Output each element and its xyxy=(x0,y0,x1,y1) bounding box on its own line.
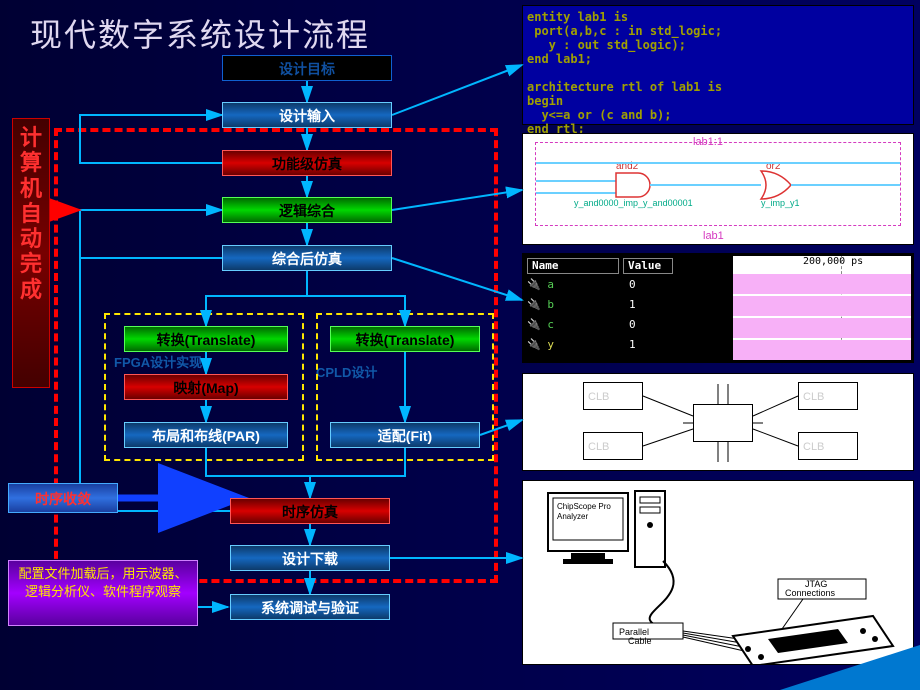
panel-clb: CLB CLB CLB CLB xyxy=(522,373,914,471)
svg-text:Cable: Cable xyxy=(628,636,652,646)
panel-schematic: lab1:1 and2 or2 y_and0000_imp_y_and00001… xyxy=(522,133,914,245)
flow-par: 布局和布线(PAR) xyxy=(124,422,288,448)
flow-download: 设计下载 xyxy=(230,545,390,571)
svg-text:Connections: Connections xyxy=(785,588,836,598)
page-title: 现代数字系统设计流程 xyxy=(30,10,370,56)
flow-postsynth: 综合后仿真 xyxy=(222,245,392,271)
panel-vhdl: entity lab1 is port(a,b,c : in std_logic… xyxy=(522,5,914,125)
panel-jtag: ChipScope Pro Analyzer Parallel Cable JT… xyxy=(522,480,914,665)
flow-funcsim: 功能级仿真 xyxy=(222,150,392,176)
flow-translate1: 转换(Translate) xyxy=(124,326,288,352)
note-timing-closure: 时序收敛 xyxy=(8,483,118,513)
flow-synth: 逻辑综合 xyxy=(222,197,392,223)
flow-goal: 设计目标 xyxy=(222,55,392,81)
flow-map: 映射(Map) xyxy=(124,374,288,400)
note-config: 配置文件加载后，用示波器、逻辑分析仪、软件程序观察 xyxy=(8,560,198,626)
vertical-red-label: 计算机自动完成 xyxy=(12,118,50,388)
flow-timesim: 时序仿真 xyxy=(230,498,390,524)
flow-translate2: 转换(Translate) xyxy=(330,326,480,352)
svg-text:Analyzer: Analyzer xyxy=(557,512,588,521)
flow-fit: 适配(Fit) xyxy=(330,422,480,448)
svg-text:ChipScope Pro: ChipScope Pro xyxy=(557,502,611,511)
flow-input: 设计输入 xyxy=(222,102,392,128)
panel-simulation: Name Value 🔌 a 🔌 b 🔌 c 🔌 y 0 1 0 1 200,0… xyxy=(522,253,914,363)
corner-triangle xyxy=(780,645,920,690)
flow-verify: 系统调试与验证 xyxy=(230,594,390,620)
